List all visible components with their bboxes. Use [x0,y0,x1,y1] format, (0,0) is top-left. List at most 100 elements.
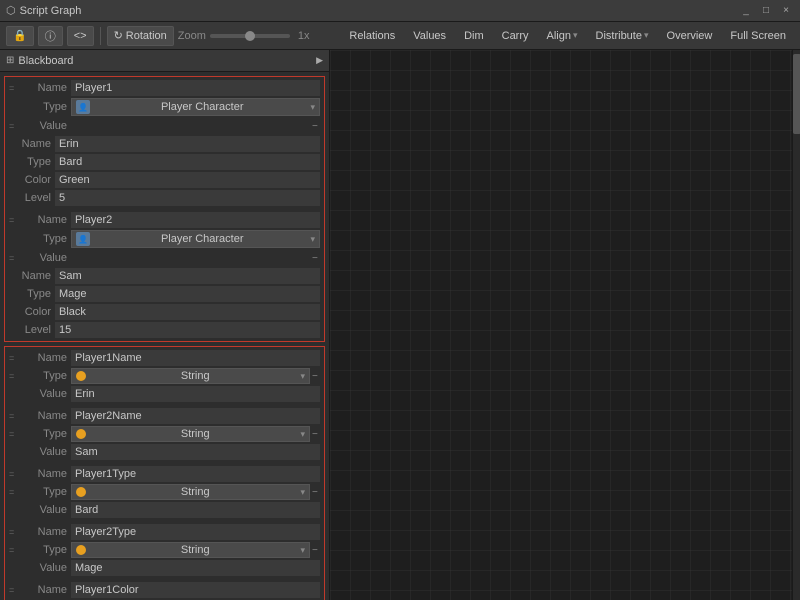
player1-collapse-btn[interactable]: − [312,121,320,132]
p1name-type-row: = Type String − [5,367,324,385]
panel-content[interactable]: = Name Player1 Type 👤 Player Character = [0,72,329,600]
p2type-name-value[interactable]: Player2Type [71,524,320,540]
player2-val-level-row: Level 15 [5,321,324,339]
multiply-label: 1x [298,30,310,42]
player1-val-name[interactable]: Erin [55,136,320,152]
tab-distribute[interactable]: Distribute [588,26,657,46]
eq-sign-3: = [9,215,21,225]
player2-type-label: Type [21,233,71,245]
tab-relations[interactable]: Relations [341,26,403,46]
section-group-2: = Name Player1Name = Type String − Value [4,346,325,600]
player1-val-color[interactable]: Green [55,172,320,188]
player1-type-value[interactable]: 👤 Player Character [71,98,320,116]
p1name-collapse-btn[interactable]: − [312,371,320,382]
lock-button[interactable]: 🔒 [6,26,34,46]
nav-tabs: Relations Values Dim Carry Align Distrib… [341,26,794,46]
p2name-type-row: = Type String − [5,425,324,443]
player1-val-type[interactable]: Bard [55,154,320,170]
player2-type-value[interactable]: 👤 Player Character [71,230,320,248]
p2type-value[interactable]: Mage [71,560,320,576]
p2name-type-value[interactable]: String [71,426,310,442]
graph-area[interactable] [330,50,800,600]
p1name-string-dot [76,371,86,381]
minimize-btn[interactable]: _ [738,3,754,19]
p2type-type-text: String [181,544,210,556]
title-bar: ⬡ Script Graph _ □ × [0,0,800,22]
player1-name-label: Name [21,82,71,94]
player1-name-row: = Name Player1 [5,79,324,97]
left-panel: ⊞ Blackboard ▶ = Name Player1 Type 👤 [0,50,330,600]
p2name-collapse-btn[interactable]: − [312,429,320,440]
player1-val-level[interactable]: 5 [55,190,320,206]
player2-name-row: = Name Player2 [5,211,324,229]
p1type-value[interactable]: Bard [71,502,320,518]
tab-align[interactable]: Align [539,26,586,46]
p1type-name-row: = Name Player1Type [5,465,324,483]
player2-val-color-row: Color Black [5,303,324,321]
p1name-value-row: Value Erin [5,385,324,403]
player2-val-name[interactable]: Sam [55,268,320,284]
p1name-name-row: = Name Player1Name [5,349,324,367]
player1-value-section: = Value − Name Erin Type Bard Color [5,117,324,207]
player2-name-label: Name [21,214,71,226]
p1color-name-value[interactable]: Player1Color [71,582,320,598]
p2name-name-row: = Name Player2Name [5,407,324,425]
player2-value-section: = Value − Name Sam Type Mage Color [5,249,324,339]
tab-overview[interactable]: Overview [659,26,721,46]
maximize-btn[interactable]: □ [758,3,774,19]
p2type-collapse-btn[interactable]: − [312,545,320,556]
p1type-value-row: Value Bard [5,501,324,519]
player1-pc-icon: 👤 [76,100,90,114]
zoom-label: Zoom [178,30,206,42]
p2name-type-text: String [181,428,210,440]
p1type-type-value[interactable]: String [71,484,310,500]
tab-fullscreen[interactable]: Full Screen [722,26,794,46]
p2name-value[interactable]: Sam [71,444,320,460]
main-area: ⊞ Blackboard ▶ = Name Player1 Type 👤 [0,50,800,600]
p2type-string-dot [76,545,86,555]
close-btn[interactable]: × [778,3,794,19]
p1type-name-value[interactable]: Player1Type [71,466,320,482]
tab-values[interactable]: Values [405,26,454,46]
rotation-icon: ↻ [114,29,123,42]
p1type-collapse-btn[interactable]: − [312,487,320,498]
separator-1 [100,27,101,45]
info-button[interactable]: ⓘ [38,26,63,46]
player2-val-color[interactable]: Black [55,304,320,320]
player1-val-type-row: Type Bard [5,153,324,171]
rotation-label: Rotation [126,30,167,42]
code-button[interactable]: <> [67,26,94,46]
zoom-slider-container: Zoom [178,30,290,42]
player1-name-value[interactable]: Player1 [71,80,320,96]
player2-val-name-row: Name Sam [5,267,324,285]
p1name-name-value[interactable]: Player1Name [71,350,320,366]
player2-val-level[interactable]: 15 [55,322,320,338]
rotation-button[interactable]: ↻ Rotation [107,26,174,46]
p2type-type-value[interactable]: String [71,542,310,558]
player2-collapse-btn[interactable]: − [312,253,320,264]
player1-val-level-row: Level 5 [5,189,324,207]
player2-val-type[interactable]: Mage [55,286,320,302]
p1name-type-value[interactable]: String [71,368,310,384]
p2name-name-value[interactable]: Player2Name [71,408,320,424]
tab-carry[interactable]: Carry [494,26,537,46]
blackboard-icon: ⊞ [6,55,14,66]
eq-sign-1: = [9,83,21,93]
player1-value-header: = Value − [5,117,324,135]
zoom-slider[interactable] [210,34,290,38]
window-controls: _ □ × [738,3,794,19]
player2-pc-icon: 👤 [76,232,90,246]
p2type-type-row: = Type String − [5,541,324,559]
p1name-value[interactable]: Erin [71,386,320,402]
tab-dim[interactable]: Dim [456,26,492,46]
player2-type-row: Type 👤 Player Character [5,229,324,249]
p1type-type-row: = Type String − [5,483,324,501]
player1-val-color-row: Color Green [5,171,324,189]
blackboard-collapse-btn[interactable]: ▶ [316,55,323,66]
player1-type-row: Type 👤 Player Character [5,97,324,117]
player2-value-header: = Value − [5,249,324,267]
player2-name-value[interactable]: Player2 [71,212,320,228]
zoom-slider-thumb [245,31,255,41]
player2-val-type-row: Type Mage [5,285,324,303]
p2type-name-row: = Name Player2Type [5,523,324,541]
